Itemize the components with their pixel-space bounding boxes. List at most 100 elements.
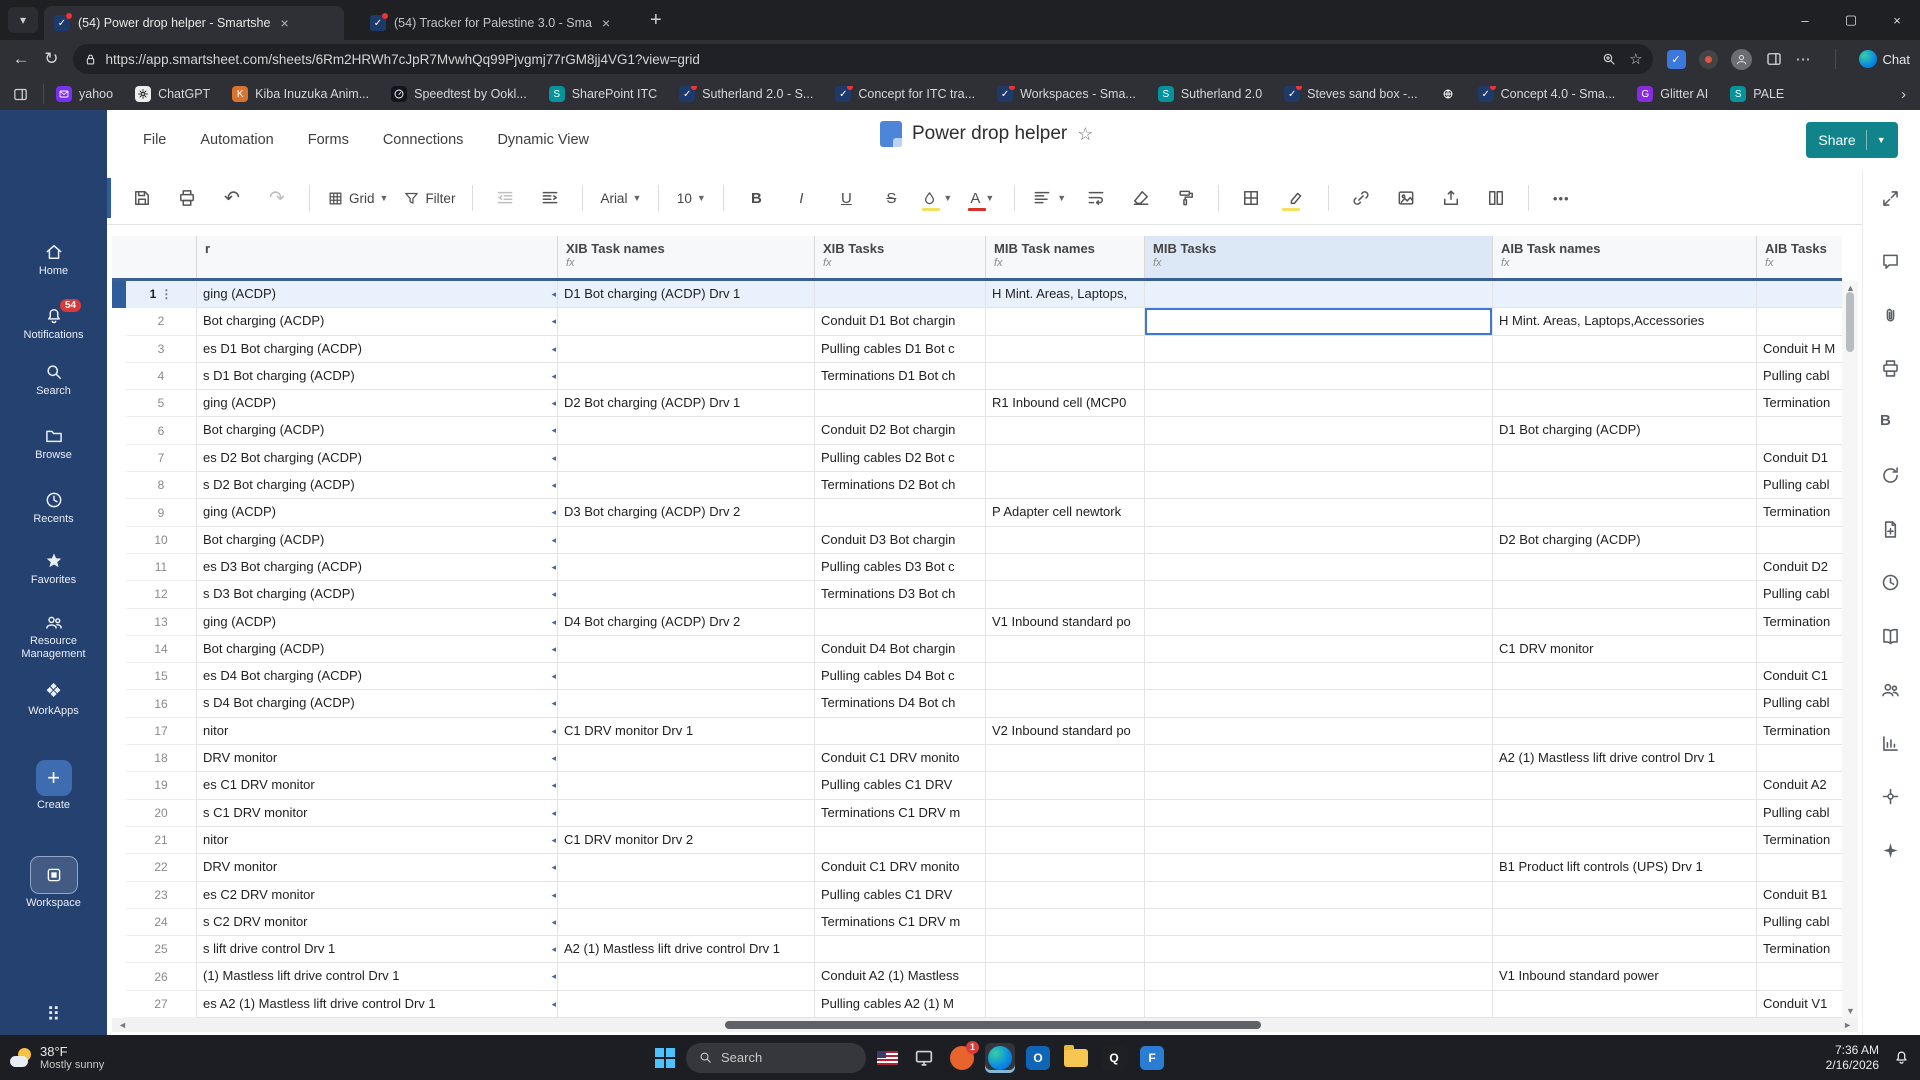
row-number[interactable]: 19 — [126, 772, 197, 799]
indent-button[interactable] — [531, 182, 569, 214]
column-format-button[interactable] — [1477, 182, 1515, 214]
notification-app[interactable]: 1 — [947, 1043, 977, 1073]
grid-cell[interactable]: Termination — [1757, 936, 1842, 963]
ai-assistant-icon[interactable] — [1880, 840, 1901, 861]
bookmark-item[interactable]: SSutherland 2.0 — [1158, 86, 1262, 102]
grid-cell[interactable] — [1493, 718, 1757, 745]
grid-cell[interactable] — [1145, 663, 1493, 690]
row-number[interactable]: 18 — [126, 745, 197, 772]
grid-cell[interactable]: Pulling cabl — [1757, 363, 1842, 390]
row-number[interactable]: 2 — [126, 308, 197, 335]
grid-cell[interactable] — [815, 936, 986, 963]
grid-cell[interactable] — [558, 909, 815, 936]
grid-cell[interactable]: es D3 Bot charging (ACDP)◂ — [197, 554, 558, 581]
grid-cell[interactable]: s C1 DRV monitor◂ — [197, 800, 558, 827]
grid-cell[interactable]: V1 Inbound standard power — [1493, 963, 1757, 990]
grid-cell[interactable] — [1493, 281, 1757, 308]
scroll-down-icon[interactable]: ▼ — [1846, 1006, 1855, 1016]
grid-cell[interactable] — [558, 882, 815, 909]
grid-cell[interactable] — [558, 336, 815, 363]
menu-automation[interactable]: Automation — [200, 132, 273, 148]
grid-cell[interactable]: Termination — [1757, 609, 1842, 636]
grid-cell[interactable]: Conduit A2 — [1757, 772, 1842, 799]
grid-cell[interactable] — [1145, 527, 1493, 554]
grid-cell[interactable] — [986, 445, 1145, 472]
grid-cell[interactable]: A2 (1) Mastless lift drive control Drv 1 — [558, 936, 815, 963]
grid-cell[interactable] — [558, 963, 815, 990]
clock[interactable]: 7:36 AM 2/16/2026 — [1826, 1043, 1879, 1073]
row-number[interactable]: 27 — [126, 991, 197, 1018]
view-selector[interactable]: Grid▼ — [323, 182, 392, 214]
grid-cell[interactable]: s D2 Bot charging (ACDP)◂ — [197, 472, 558, 499]
grid-cell[interactable] — [815, 281, 986, 308]
row-select-strip[interactable] — [112, 909, 126, 936]
grid-cell[interactable]: s D4 Bot charging (ACDP)◂ — [197, 690, 558, 717]
grid-cell[interactable] — [558, 800, 815, 827]
row-number[interactable]: 1⋮ — [126, 281, 197, 308]
grid-cell[interactable]: Bot charging (ACDP)◂ — [197, 636, 558, 663]
grid-cell[interactable] — [986, 690, 1145, 717]
bookmark-item[interactable]: Speedtest by Ookl... — [391, 86, 527, 102]
row-number[interactable]: 17 — [126, 718, 197, 745]
grid-cell[interactable] — [558, 745, 815, 772]
grid-cell[interactable]: Pulling cables D3 Bot c — [815, 554, 986, 581]
bold-button[interactable]: B — [737, 182, 775, 214]
grid-cell[interactable]: Pulling cabl — [1757, 909, 1842, 936]
menu-dynamic-view[interactable]: Dynamic View — [497, 132, 589, 148]
grid-cell[interactable] — [1145, 800, 1493, 827]
browser-tab-inactive[interactable]: ✓ (54) Tracker for Palestine 3.0 - Sma × — [360, 6, 638, 40]
grid-cell[interactable] — [1145, 472, 1493, 499]
grid-cell[interactable] — [558, 690, 815, 717]
grid-cell[interactable]: Pulling cabl — [1757, 581, 1842, 608]
grid-cell[interactable] — [986, 472, 1145, 499]
zoom-icon[interactable] — [1601, 51, 1617, 67]
row-select-strip[interactable] — [112, 281, 126, 308]
bookmark-item[interactable]: ✓Steves sand box -... — [1284, 86, 1417, 102]
horizontal-scrollbar[interactable]: ◄ ► — [112, 1018, 1858, 1032]
row-number[interactable]: 12 — [126, 581, 197, 608]
column-header-aib_tasks[interactable]: AIB Tasksfx — [1757, 236, 1842, 278]
row-select-strip[interactable] — [112, 636, 126, 663]
grid-cell[interactable] — [1493, 554, 1757, 581]
sidebar-item-favorites[interactable]: Favorites — [0, 551, 107, 587]
align-button[interactable]: ▼ — [1028, 182, 1070, 214]
more-options-button[interactable]: ••• — [1542, 182, 1580, 214]
back-icon[interactable]: ← — [6, 49, 36, 69]
row-number[interactable]: 9 — [126, 499, 197, 526]
bookmark-item[interactable]: GGlitter AI — [1637, 86, 1708, 102]
row-select-strip[interactable] — [112, 390, 126, 417]
grid-cell[interactable] — [558, 363, 815, 390]
language-flag-icon[interactable] — [877, 1051, 898, 1065]
grid-cell[interactable] — [986, 554, 1145, 581]
horizontal-scroll-thumb[interactable] — [725, 1021, 1261, 1029]
grid-cell[interactable] — [1145, 745, 1493, 772]
grid-cell[interactable] — [558, 581, 815, 608]
row-select-strip[interactable] — [112, 527, 126, 554]
grid-cell[interactable] — [986, 991, 1145, 1018]
sidebar-item-resource-management[interactable]: Resource Management — [0, 612, 107, 661]
connections-icon[interactable] — [1880, 786, 1901, 807]
row-select-strip[interactable] — [112, 690, 126, 717]
grid-cell[interactable]: Conduit D4 Bot chargin — [815, 636, 986, 663]
grid-cell[interactable] — [986, 308, 1145, 335]
bookmark-item[interactable]: KKiba Inuzuka Anim... — [232, 86, 369, 102]
grid-cell[interactable] — [986, 827, 1145, 854]
grid-cell[interactable] — [1493, 445, 1757, 472]
grid-cell[interactable] — [986, 417, 1145, 444]
outlook-app[interactable]: O — [1023, 1043, 1053, 1073]
grid-cell[interactable] — [815, 827, 986, 854]
highlight-button[interactable] — [1277, 182, 1315, 214]
font-size-select[interactable]: 10▼ — [672, 182, 710, 214]
grid-cell[interactable]: D2 Bot charging (ACDP) — [1493, 527, 1757, 554]
grid-cell[interactable] — [1493, 827, 1757, 854]
activity-log-icon[interactable] — [1880, 572, 1901, 593]
grid-cell[interactable]: Conduit D2 Bot chargin — [815, 417, 986, 444]
scroll-right-icon[interactable]: ► — [1843, 1020, 1852, 1030]
bookmark-item[interactable]: ✓Sutherland 2.0 - S... — [679, 86, 813, 102]
metrics-icon[interactable] — [1880, 733, 1901, 754]
grid-cell[interactable] — [986, 336, 1145, 363]
grid-cell[interactable] — [1757, 281, 1842, 308]
window-close-button[interactable]: × — [1874, 0, 1920, 40]
chat-button[interactable]: Chat — [1859, 50, 1910, 68]
grid-cell[interactable] — [986, 854, 1145, 881]
